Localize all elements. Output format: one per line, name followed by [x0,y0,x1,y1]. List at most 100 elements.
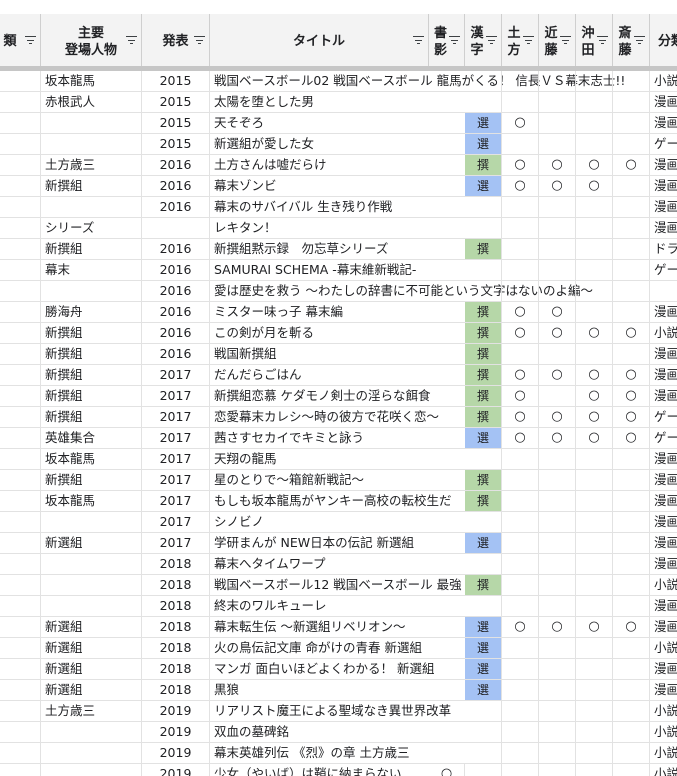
cell-type[interactable] [0,638,41,658]
cell-kondo[interactable] [539,470,576,490]
cell-year[interactable]: 2017 [142,449,210,469]
cell-hijikata[interactable]: ○ [502,617,539,637]
cell-kondo[interactable] [539,239,576,259]
cell-type[interactable] [0,134,41,154]
cell-kanji[interactable]: 撰 [465,491,502,511]
cell-cat[interactable]: 小説 [650,701,677,721]
cell-name[interactable]: 土方歳三 [41,155,142,175]
cell-hijikata[interactable] [502,449,539,469]
cell-kondo[interactable] [539,512,576,532]
cell-saito[interactable] [613,722,650,742]
table-row[interactable]: 2018 終末のワルキューレ 漫画 [0,596,677,617]
cell-name[interactable]: 英雄集合 [41,428,142,448]
cell-okita[interactable] [576,197,613,217]
cell-title[interactable]: 土方さんは嘘だらけ [210,155,465,175]
cell-title[interactable]: ミスター味っ子 幕末編 [210,302,465,322]
table-row[interactable]: 2016 幕末のサバイバル 生き残り作戦 漫画 [0,197,677,218]
cell-title[interactable]: 黒狼 [210,680,465,700]
cell-type[interactable] [0,617,41,637]
cell-cat[interactable]: 小説 [650,638,677,658]
table-row[interactable]: 2015 天そぞろ選 ○ 漫画 [0,113,677,134]
cell-okita[interactable] [576,743,613,763]
cell-year[interactable]: 2017 [142,428,210,448]
cell-cat[interactable]: 漫画 [650,386,677,406]
cell-type[interactable] [0,533,41,553]
header-category[interactable]: 分類 [650,14,677,69]
cell-name[interactable]: 赤根武人 [41,92,142,112]
cell-kanji[interactable]: 選 [465,617,502,637]
cell-kondo[interactable]: ○ [539,428,576,448]
cell-year[interactable]: 2019 [142,743,210,763]
cell-title[interactable]: 茜さすセカイでキミと詠う [210,428,465,448]
cell-title[interactable]: 戦国ベースボール12 戦国ベースボール 最強 [210,575,465,595]
cell-okita[interactable]: ○ [576,155,613,175]
cell-okita[interactable] [576,113,613,133]
cell-saito[interactable] [613,176,650,196]
cell-kanji[interactable] [465,71,502,91]
cell-title[interactable]: 星のとりで～箱館新戦記～ [210,470,465,490]
cell-kanji[interactable] [465,449,502,469]
cell-saito[interactable] [613,449,650,469]
cell-cat[interactable]: 漫画 [650,512,677,532]
cell-name[interactable]: 新撰組 [41,239,142,259]
cell-title[interactable]: もしも坂本龍馬がヤンキー高校の転校生だ [210,491,465,511]
cell-name[interactable]: 新撰組 [41,344,142,364]
cell-kanji[interactable] [465,743,502,763]
cell-kondo[interactable] [539,281,576,301]
cell-kanji[interactable]: 選 [465,176,502,196]
cell-title[interactable]: 恋愛幕末カレシ～時の彼方で花咲く恋～ [210,407,465,427]
cell-type[interactable] [0,155,41,175]
cell-saito[interactable] [613,575,650,595]
cell-shoei[interactable]: ○ [429,764,465,776]
cell-hijikata[interactable]: ○ [502,155,539,175]
cell-cat[interactable]: 漫画 [650,596,677,616]
cell-kanji[interactable]: 撰 [465,365,502,385]
cell-name[interactable]: 新選組 [41,680,142,700]
cell-okita[interactable] [576,659,613,679]
cell-kanji[interactable] [465,764,502,776]
cell-kanji[interactable] [465,701,502,721]
cell-name[interactable]: 新選組 [41,533,142,553]
cell-saito[interactable] [613,71,650,91]
cell-okita[interactable] [576,134,613,154]
cell-hijikata[interactable] [502,71,539,91]
cell-saito[interactable]: ○ [613,617,650,637]
cell-hijikata[interactable] [502,722,539,742]
header-cover[interactable]: 書 影 [429,14,465,69]
cell-type[interactable] [0,554,41,574]
table-row[interactable]: 新撰組2017恋愛幕末カレシ～時の彼方で花咲く恋～撰○○○○ゲーム [0,407,677,428]
cell-year[interactable]: 2018 [142,554,210,574]
filter-icon[interactable] [597,35,608,45]
cell-kanji[interactable]: 選 [465,533,502,553]
cell-type[interactable] [0,344,41,364]
cell-hijikata[interactable] [502,92,539,112]
table-row[interactable]: 土方歳三 2016 土方さんは嘘だらけ撰 ○ ○ ○ ○ 漫画 [0,155,677,176]
cell-okita[interactable] [576,302,613,322]
cell-saito[interactable] [613,302,650,322]
cell-type[interactable] [0,176,41,196]
cell-year[interactable]: 2015 [142,113,210,133]
cell-year[interactable]: 2017 [142,512,210,532]
cell-year[interactable]: 2016 [142,155,210,175]
cell-type[interactable] [0,92,41,112]
cell-year[interactable]: 2019 [142,764,210,776]
cell-name[interactable] [41,554,142,574]
cell-okita[interactable] [576,701,613,721]
cell-type[interactable] [0,449,41,469]
cell-title[interactable]: 新撰組恋慕 ケダモノ剣士の淫らな餌食 [210,386,465,406]
cell-type[interactable] [0,575,41,595]
cell-kondo[interactable]: ○ [539,617,576,637]
cell-kondo[interactable] [539,638,576,658]
cell-year[interactable]: 2019 [142,722,210,742]
cell-name[interactable] [41,197,142,217]
cell-kanji[interactable]: 選 [465,659,502,679]
cell-kondo[interactable] [539,764,576,776]
cell-hijikata[interactable] [502,764,539,776]
cell-kanji[interactable]: 選 [465,638,502,658]
table-row[interactable]: 新撰組 2016 新撰組黙示録 勿忘草シリーズ撰 ドラ [0,239,677,260]
cell-year[interactable]: 2018 [142,575,210,595]
cell-kondo[interactable] [539,113,576,133]
cell-hijikata[interactable] [502,638,539,658]
cell-type[interactable] [0,659,41,679]
cell-cat[interactable]: 漫画 [650,491,677,511]
